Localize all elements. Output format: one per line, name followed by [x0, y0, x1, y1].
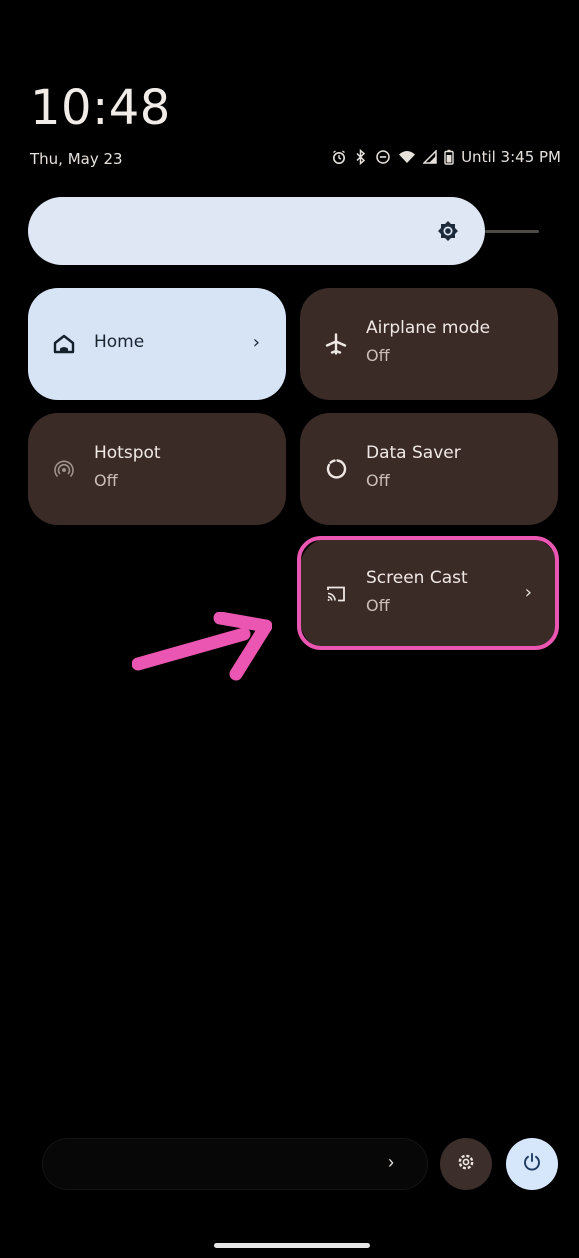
tile-home[interactable]: Home › [28, 288, 286, 400]
gesture-home-bar[interactable] [214, 1243, 370, 1248]
clock-time: 10:48 [30, 80, 171, 136]
tile-data-saver-label: Data Saver [366, 443, 461, 463]
tile-airplane-state: Off [366, 346, 390, 365]
highlight-box [297, 536, 559, 650]
airplane-icon [324, 332, 348, 356]
power-button[interactable] [506, 1138, 558, 1190]
signal-icon [423, 150, 437, 164]
edit-tiles-pill[interactable]: › [42, 1138, 428, 1190]
dnd-icon [375, 149, 391, 165]
date-label: Thu, May 23 [30, 150, 123, 168]
brightness-icon [437, 220, 459, 242]
tile-hotspot[interactable]: Hotspot Off [28, 413, 286, 525]
tile-airplane-label: Airplane mode [366, 318, 491, 338]
battery-saver-text: Until 3:45 PM [461, 148, 561, 166]
alarm-icon [331, 149, 347, 165]
chevron-right-icon: › [388, 1152, 394, 1172]
pointer-arrow-icon [131, 611, 273, 689]
data-saver-icon [324, 457, 348, 481]
settings-button[interactable] [440, 1138, 492, 1190]
status-icons: Until 3:45 PM [331, 148, 561, 166]
tile-data-saver[interactable]: Data Saver Off [300, 413, 558, 525]
home-icon [52, 332, 76, 356]
tile-hotspot-label: Hotspot [94, 443, 161, 463]
tile-hotspot-state: Off [94, 471, 118, 490]
power-icon [522, 1152, 542, 1177]
tile-home-label: Home [94, 332, 145, 352]
hotspot-icon [52, 457, 76, 481]
tile-airplane-mode[interactable]: Airplane mode Off [300, 288, 558, 400]
brightness-slider[interactable] [28, 197, 485, 265]
wifi-icon [398, 149, 416, 165]
tile-data-saver-state: Off [366, 471, 390, 490]
chevron-right-icon: › [252, 332, 260, 353]
gear-icon [456, 1152, 476, 1177]
battery-icon [444, 149, 454, 165]
bluetooth-icon [354, 149, 368, 165]
brightness-track[interactable] [485, 230, 539, 233]
